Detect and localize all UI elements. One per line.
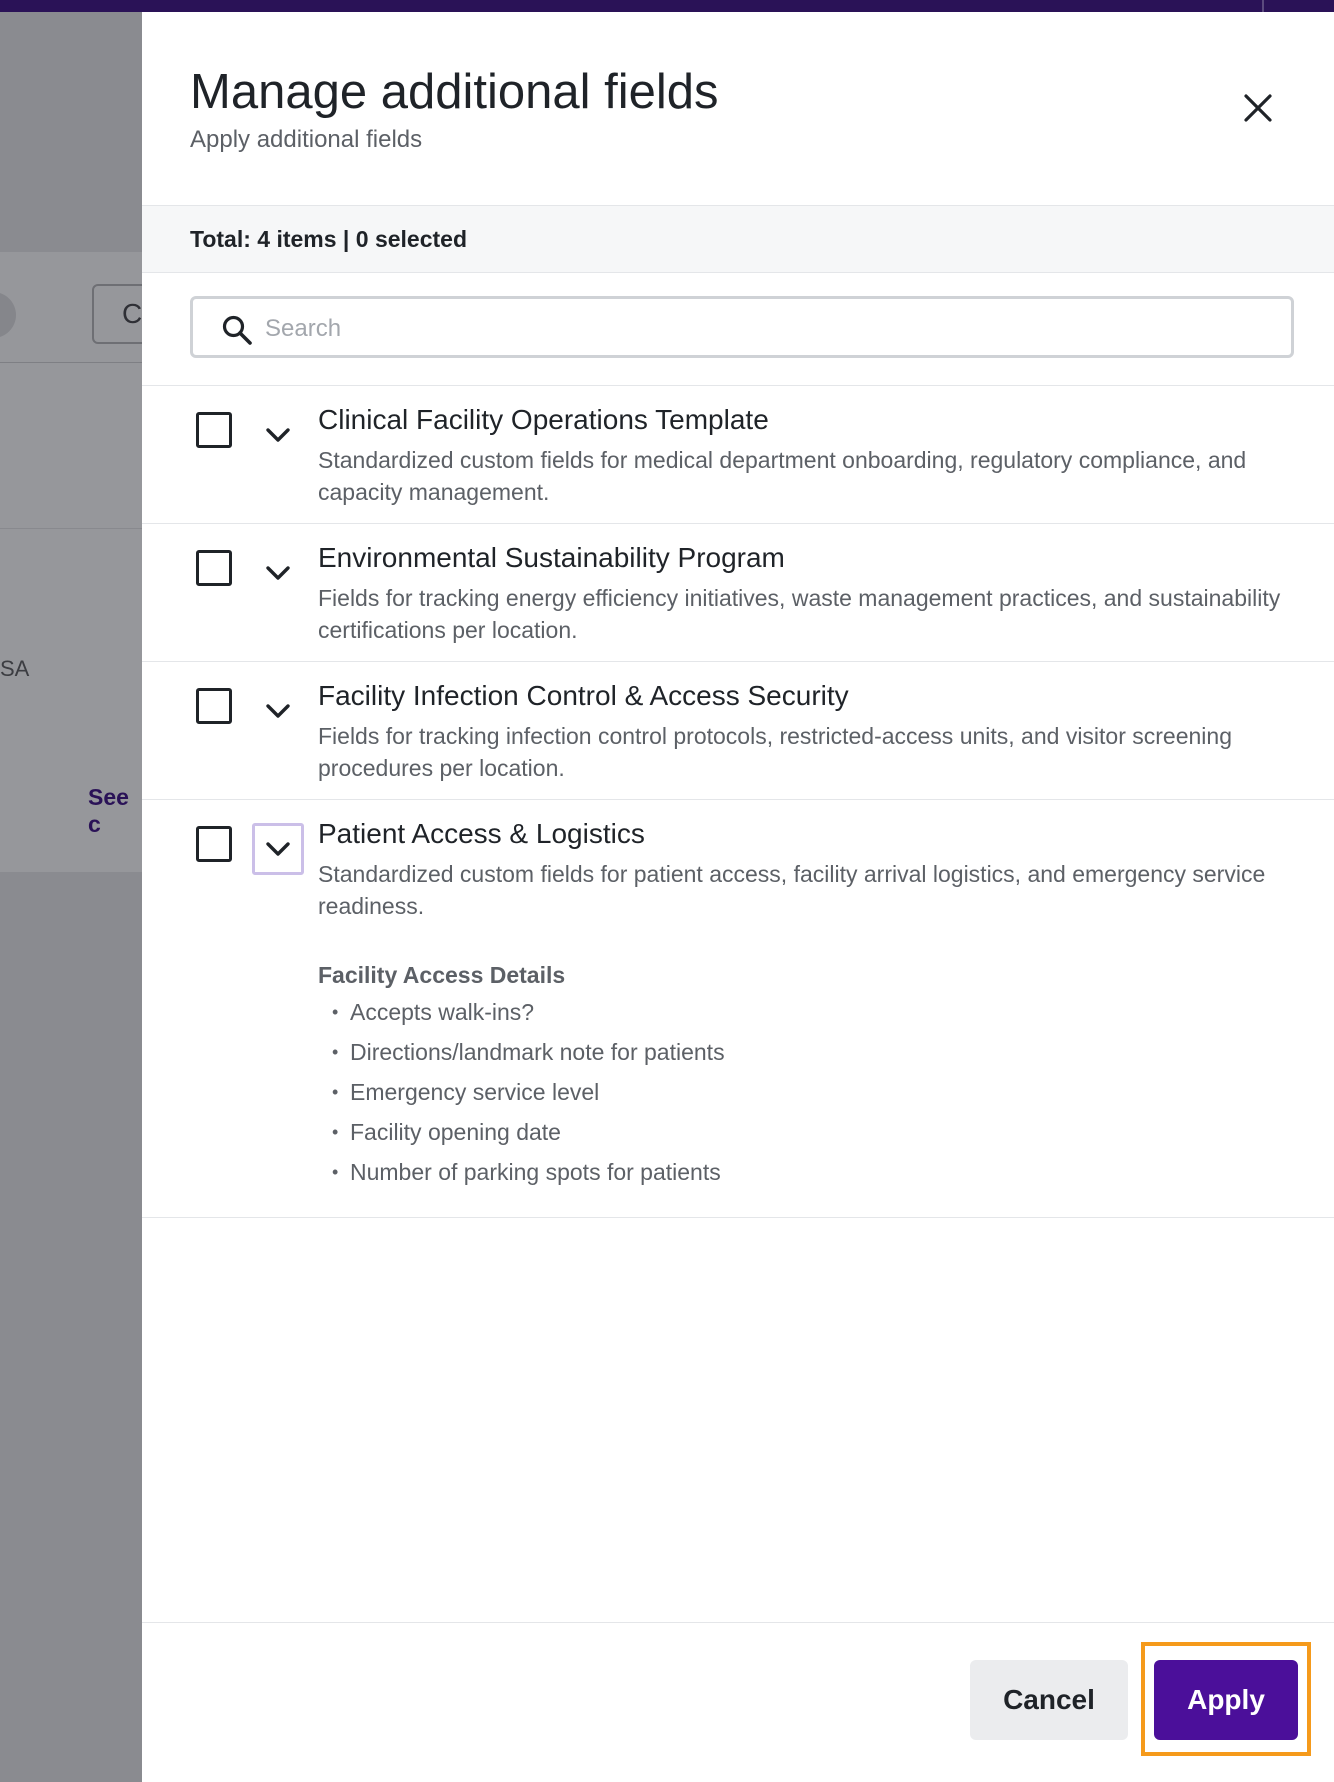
top-navigation-bar <box>0 0 1334 12</box>
field-list-item: Number of parking spots for patients <box>318 1156 725 1196</box>
list-item-expanded: Patient Access & Logistics Standardized … <box>142 800 1334 1218</box>
field-list-item: Facility opening date <box>318 1116 725 1156</box>
item-description: Standardized custom fields for patient a… <box>318 861 1266 919</box>
item-description: Standardized custom fields for medical d… <box>318 447 1247 505</box>
topbar-divider <box>1262 0 1264 12</box>
search-box <box>190 296 1294 358</box>
field-group-title: Facility Access Details <box>318 962 566 988</box>
background-divider <box>0 362 142 363</box>
item-checkbox[interactable] <box>196 550 232 586</box>
selection-summary-text: Total: 4 items | 0 selected <box>190 226 467 252</box>
drawer-subtitle: Apply additional fields <box>190 126 423 153</box>
expand-toggle[interactable] <box>252 547 304 599</box>
expand-toggle[interactable] <box>252 823 304 875</box>
background-see-link: See c <box>88 784 129 837</box>
list-item: Environmental Sustainability Program Fie… <box>142 524 1334 662</box>
manage-fields-drawer: Manage additional fields Apply additiona… <box>142 12 1334 1782</box>
item-title: Facility Infection Control & Access Secu… <box>318 680 849 711</box>
chevron-down-icon <box>266 704 290 718</box>
item-checkbox[interactable] <box>196 688 232 724</box>
background-country-text: SA <box>0 656 30 681</box>
item-description: Fields for tracking infection control pr… <box>318 723 1233 781</box>
selection-summary-bar: Total: 4 items | 0 selected <box>142 205 1334 273</box>
close-button[interactable] <box>1232 82 1284 134</box>
list-item: Facility Infection Control & Access Secu… <box>142 662 1334 800</box>
chevron-down-icon <box>266 566 290 580</box>
background-page: C SA See c <box>0 12 142 1782</box>
footer-divider <box>142 1622 1334 1623</box>
search-input[interactable] <box>263 307 1267 351</box>
apply-button[interactable]: Apply <box>1154 1660 1298 1740</box>
search-icon <box>222 315 252 345</box>
item-checkbox[interactable] <box>196 412 232 448</box>
expand-toggle[interactable] <box>252 409 304 461</box>
close-icon <box>1244 94 1272 122</box>
chevron-down-icon <box>266 842 290 856</box>
item-checkbox[interactable] <box>196 826 232 862</box>
expand-toggle[interactable] <box>252 685 304 737</box>
field-list-item: Directions/landmark note for patients <box>318 1036 725 1076</box>
background-divider <box>0 528 142 529</box>
field-list-item: Emergency service level <box>318 1076 725 1116</box>
item-title: Clinical Facility Operations Template <box>318 404 769 435</box>
cancel-button[interactable]: Cancel <box>970 1660 1128 1740</box>
item-title: Patient Access & Logistics <box>318 818 645 849</box>
chevron-down-icon <box>266 428 290 442</box>
field-list-item: Accepts walk-ins? <box>318 996 725 1036</box>
background-card <box>0 252 142 872</box>
field-set-list: Clinical Facility Operations Template St… <box>142 385 1334 1218</box>
background-button-label: C <box>122 298 142 329</box>
item-title: Environmental Sustainability Program <box>318 542 785 573</box>
drawer-title: Manage additional fields <box>190 65 719 119</box>
field-list: Accepts walk-ins? Directions/landmark no… <box>318 996 725 1196</box>
list-item: Clinical Facility Operations Template St… <box>142 386 1334 524</box>
item-description: Fields for tracking energy efficiency in… <box>318 585 1281 643</box>
